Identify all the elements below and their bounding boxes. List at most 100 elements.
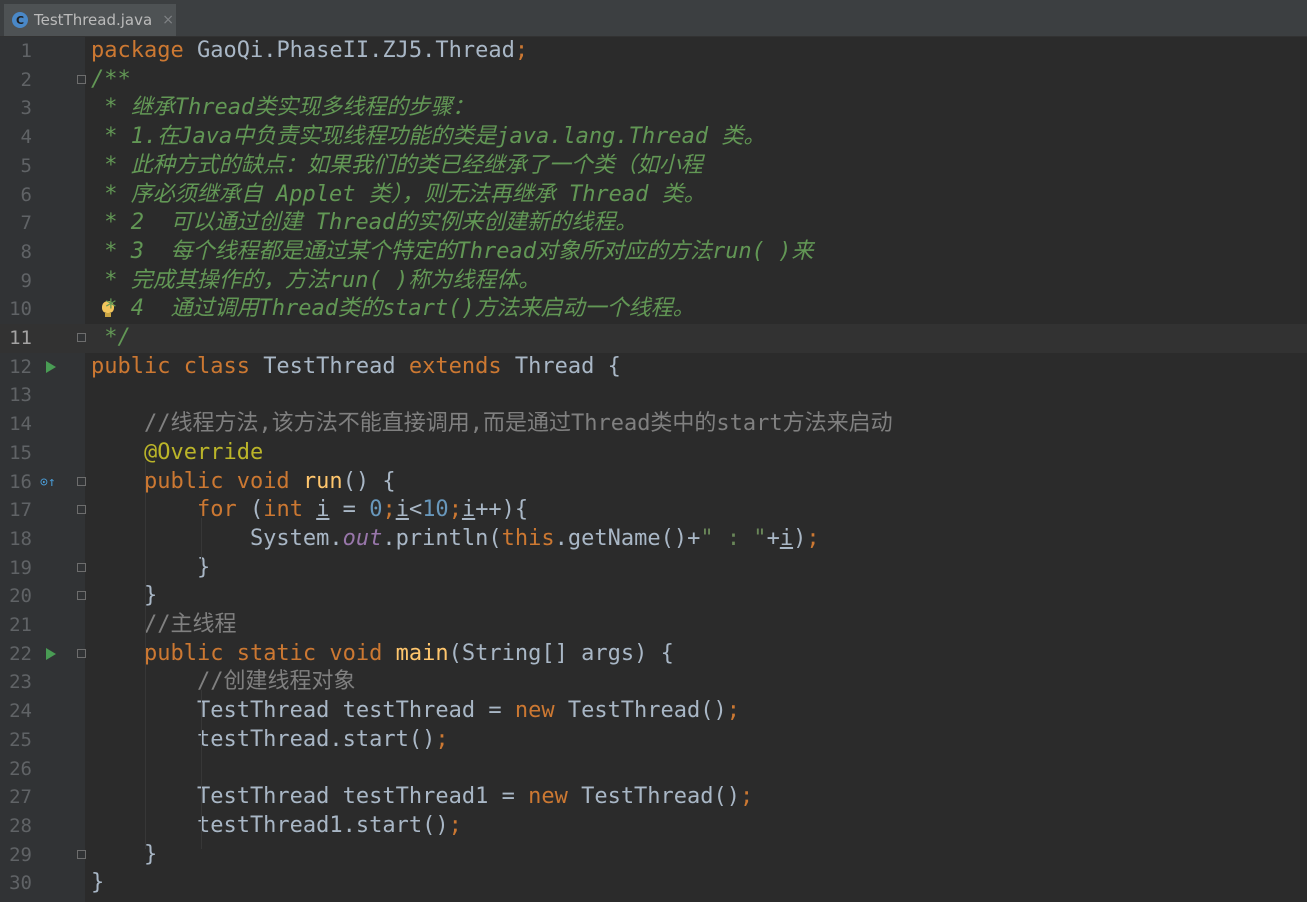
fold-marker-icon[interactable] bbox=[77, 74, 86, 84]
code-line[interactable]: 11 */ bbox=[0, 324, 1307, 353]
code-token: ; bbox=[435, 726, 449, 752]
code-line[interactable]: 26 bbox=[0, 755, 1307, 784]
code-line[interactable]: 6 * 序必须继承自 Applet 类），则无法再继承 Thread 类。 bbox=[0, 181, 1307, 210]
code-line[interactable]: 25 testThread.start(); bbox=[0, 726, 1307, 755]
line-number[interactable]: 22 bbox=[0, 640, 32, 669]
line-number[interactable]: 26 bbox=[0, 755, 32, 784]
code-token: /** bbox=[91, 66, 131, 92]
code-token: ++){ bbox=[475, 497, 529, 523]
code-token: 0 bbox=[369, 497, 383, 523]
line-number[interactable]: 3 bbox=[0, 94, 32, 123]
code-text: } bbox=[91, 582, 157, 611]
fold-marker-icon[interactable] bbox=[77, 476, 86, 486]
code-token: i bbox=[779, 525, 794, 551]
code-line[interactable]: 15 @Override bbox=[0, 439, 1307, 468]
code-text: } bbox=[91, 841, 157, 870]
code-token: } bbox=[91, 870, 105, 896]
code-text: * 继承Thread类实现多线程的步骤： bbox=[91, 94, 474, 123]
line-number[interactable]: 30 bbox=[0, 869, 32, 898]
line-number[interactable]: 2 bbox=[0, 66, 32, 95]
line-number[interactable]: 12 bbox=[0, 353, 32, 382]
code-line[interactable]: 24 TestThread testThread = new TestThrea… bbox=[0, 697, 1307, 726]
code-token: () { bbox=[342, 468, 396, 494]
fold-marker-icon[interactable] bbox=[77, 849, 86, 859]
code-line[interactable]: 23 //创建线程对象 bbox=[0, 668, 1307, 697]
line-number[interactable]: 4 bbox=[0, 123, 32, 152]
line-number[interactable]: 17 bbox=[0, 496, 32, 525]
line-number[interactable]: 21 bbox=[0, 611, 32, 640]
code-line[interactable]: 27 TestThread testThread1 = new TestThre… bbox=[0, 783, 1307, 812]
code-line[interactable]: 19 } bbox=[0, 554, 1307, 583]
code-token: * 此种方式的缺点：如果我们的类已经继承了一个类（如小程 bbox=[91, 152, 703, 178]
code-line[interactable]: 9 * 完成其操作的，方法run( )称为线程体。 bbox=[0, 267, 1307, 296]
code-token: this bbox=[501, 525, 555, 551]
code-line[interactable]: 4 * 1.在Java中负责实现线程功能的类是java.lang.Thread … bbox=[0, 123, 1307, 152]
code-line[interactable]: 30} bbox=[0, 869, 1307, 898]
fold-marker-icon[interactable] bbox=[77, 333, 86, 342]
line-number[interactable]: 15 bbox=[0, 439, 32, 468]
line-number[interactable]: 25 bbox=[0, 726, 32, 755]
code-line[interactable]: 22 public static void main(String[] args… bbox=[0, 640, 1307, 669]
line-number[interactable]: 18 bbox=[0, 525, 32, 554]
code-line[interactable]: 20 } bbox=[0, 582, 1307, 611]
line-number[interactable]: 1 bbox=[0, 37, 32, 66]
code-text: TestThread testThread1 = new TestThread(… bbox=[91, 783, 753, 812]
code-line[interactable]: 28 testThread1.start(); bbox=[0, 812, 1307, 841]
fold-marker-icon[interactable] bbox=[77, 505, 86, 515]
run-icon[interactable] bbox=[46, 647, 56, 660]
override-icon[interactable]: ⊙↑ bbox=[40, 475, 60, 491]
line-number[interactable]: 23 bbox=[0, 668, 32, 697]
line-number[interactable]: 8 bbox=[0, 238, 32, 267]
code-line[interactable]: 16 ⊙↑ public void run() { bbox=[0, 468, 1307, 497]
line-number[interactable]: 27 bbox=[0, 783, 32, 812]
code-line[interactable]: 8 * 3 每个线程都是通过某个特定的Thread对象所对应的方法run( )来 bbox=[0, 238, 1307, 267]
run-icon[interactable] bbox=[46, 360, 56, 373]
code-line[interactable]: 17 for (int i = 0;i<10;i++){ bbox=[0, 496, 1307, 525]
code-line[interactable]: 13 bbox=[0, 381, 1307, 410]
code-token: " : " bbox=[700, 525, 767, 551]
line-number[interactable]: 24 bbox=[0, 697, 32, 726]
code-line[interactable]: 7 * 2 可以通过创建 Thread的实例来创建新的线程。 bbox=[0, 209, 1307, 238]
line-number[interactable]: 9 bbox=[0, 267, 32, 296]
fold-marker-icon[interactable] bbox=[77, 591, 86, 601]
line-number[interactable]: 20 bbox=[0, 582, 32, 611]
line-number[interactable]: 28 bbox=[0, 812, 32, 841]
line-number[interactable]: 10 bbox=[0, 295, 32, 324]
code-token: ; bbox=[740, 784, 754, 810]
code-token: * 完成其操作的，方法run( )称为线程体。 bbox=[91, 267, 541, 293]
code-token: System. bbox=[91, 525, 343, 551]
line-number[interactable]: 7 bbox=[0, 209, 32, 238]
code-line[interactable]: 14 //线程方法,该方法不能直接调用,而是通过Thread类中的start方法… bbox=[0, 410, 1307, 439]
fold-marker-icon[interactable] bbox=[77, 562, 86, 572]
code-text: * 3 每个线程都是通过某个特定的Thread对象所对应的方法run( )来 bbox=[91, 238, 813, 267]
code-text: @Override bbox=[91, 439, 263, 468]
tab-label: TestThread.java bbox=[34, 11, 153, 29]
line-number[interactable]: 11 bbox=[0, 324, 32, 353]
code-token: ; bbox=[806, 525, 820, 551]
code-line[interactable]: 12 public class TestThread extends Thread… bbox=[0, 353, 1307, 382]
line-number[interactable]: 29 bbox=[0, 841, 32, 870]
line-number[interactable]: 16 bbox=[0, 468, 32, 497]
fold-marker-icon[interactable] bbox=[77, 648, 86, 658]
code-editor[interactable]: 1 package GaoQi.PhaseII.ZJ5.Thread; 2 /** 3 … bbox=[0, 37, 1307, 902]
code-line[interactable]: 10 * 4 通过调用Thread类的start()方法来启动一个线程。 bbox=[0, 295, 1307, 324]
code-line[interactable]: 3 * 继承Thread类实现多线程的步骤： bbox=[0, 94, 1307, 123]
line-number[interactable]: 13 bbox=[0, 381, 32, 410]
code-token: * 4 通过调用Thread类的start()方法来启动一个线程。 bbox=[91, 296, 695, 322]
code-line[interactable]: 21 //主线程 bbox=[0, 611, 1307, 640]
line-number[interactable]: 5 bbox=[0, 152, 32, 181]
line-number[interactable]: 19 bbox=[0, 554, 32, 583]
tab-testthread-java[interactable]: C TestThread.java × bbox=[4, 4, 176, 36]
code-line[interactable]: 29 } bbox=[0, 841, 1307, 870]
close-icon[interactable]: × bbox=[162, 12, 174, 28]
code-line[interactable]: 1 package GaoQi.PhaseII.ZJ5.Thread; bbox=[0, 37, 1307, 66]
code-text: * 2 可以通过创建 Thread的实例来创建新的线程。 bbox=[91, 209, 637, 238]
line-number[interactable]: 6 bbox=[0, 181, 32, 210]
line-number[interactable]: 14 bbox=[0, 410, 32, 439]
code-line[interactable]: 5 * 此种方式的缺点：如果我们的类已经继承了一个类（如小程 bbox=[0, 152, 1307, 181]
code-line[interactable]: 2 /** bbox=[0, 66, 1307, 95]
code-token: } bbox=[91, 841, 158, 867]
code-line[interactable]: 18 System.out.println(this.getName()+" :… bbox=[0, 525, 1307, 554]
